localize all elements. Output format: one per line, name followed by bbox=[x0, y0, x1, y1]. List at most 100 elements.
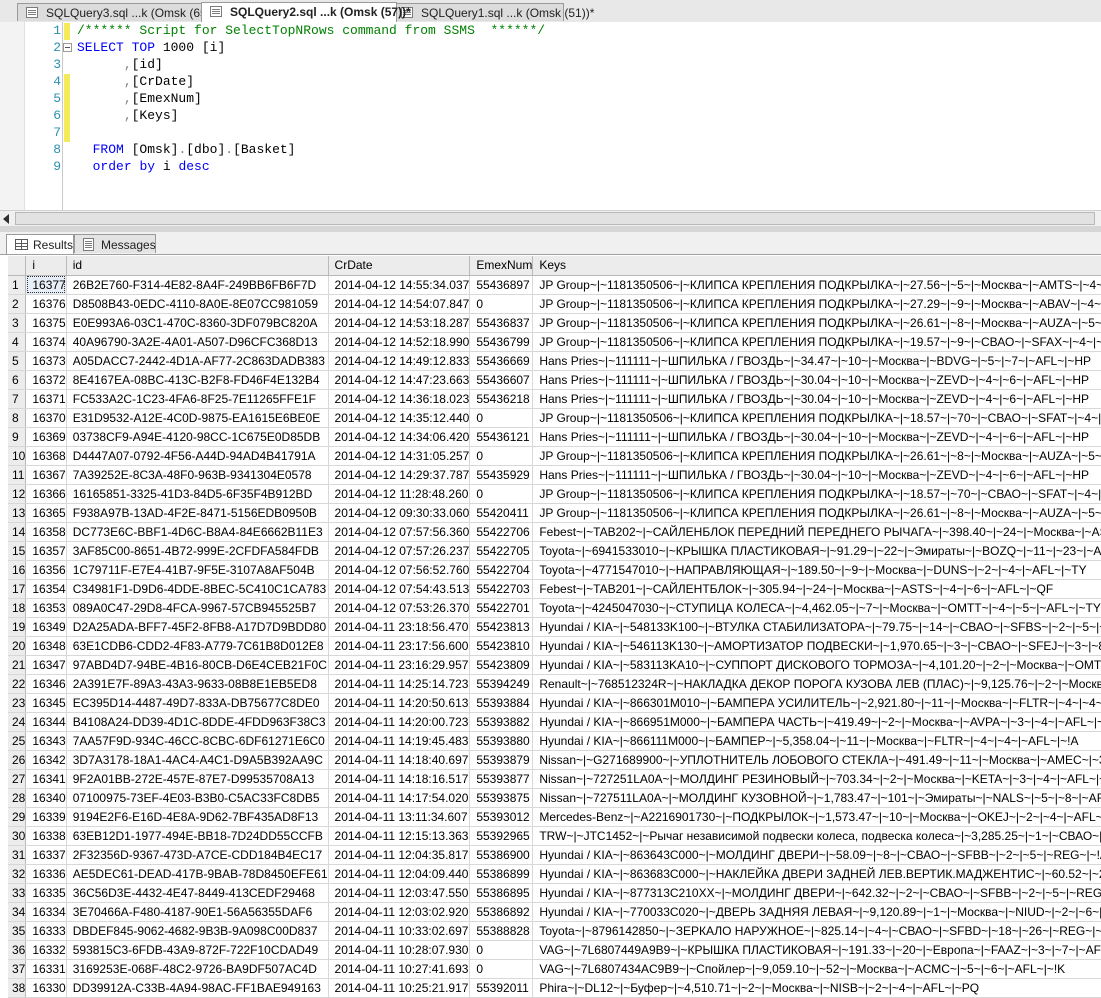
table-row[interactable]: 16 16356 1C79711F-E7E4-41B7-9F5E-3107A8AF5… bbox=[8, 560, 1101, 580]
table-row[interactable]: 11 16367 7A39252E-8C3A-48F0-963B-9341304E0… bbox=[8, 465, 1101, 485]
table-row[interactable]: 30 16338 63EB12D1-1977-494E-BB18-7D24DD55C… bbox=[8, 826, 1101, 846]
cell-crdate[interactable]: 2014-04-12 14:29:37.787 bbox=[328, 465, 471, 485]
cell-i[interactable]: 16342 bbox=[25, 750, 67, 770]
tab-results[interactable]: Results bbox=[6, 234, 74, 254]
cell-crdate[interactable]: 2014-04-11 23:16:29.957 bbox=[328, 655, 471, 675]
cell-keys[interactable]: VAG~|~7L6807449A9B9~|~КРЫШКА ПЛАСТИКОВАЯ… bbox=[532, 940, 1101, 960]
cell-emexnum[interactable]: 55423810 bbox=[469, 636, 534, 656]
table-row[interactable]: 1 16377 26B2E760-F314-4E82-8A4F-249BB6FB6F… bbox=[8, 275, 1101, 295]
code-line[interactable]: 8 FROM [Omsk].[dbo].[Basket] bbox=[0, 142, 1101, 159]
cell-i[interactable]: 16340 bbox=[25, 788, 67, 808]
code-line[interactable]: 2 SELECT TOP 1000 [i] bbox=[0, 40, 1101, 57]
cell-emexnum[interactable]: 55393884 bbox=[469, 693, 534, 713]
cell-keys[interactable]: Hyundai / KIA~|~866111M000~|~БАМПЕР~|~5,… bbox=[532, 731, 1101, 751]
row-number[interactable]: 32 bbox=[8, 864, 27, 884]
cell-i[interactable]: 16375 bbox=[25, 313, 67, 333]
cell-id[interactable]: 3169253E-068F-48C2-9726-BA9DF507AC4D bbox=[66, 959, 329, 979]
tab-sqlquery3[interactable]: SQLQuery3.sql ...k (Omsk (65))* bbox=[17, 3, 219, 21]
column-header-crdate[interactable]: CrDate bbox=[328, 256, 471, 276]
cell-id[interactable]: 63EB12D1-1977-494E-BB18-7D24DD55CCFB bbox=[66, 826, 329, 846]
cell-i[interactable]: 16354 bbox=[25, 579, 67, 599]
cell-id[interactable]: E31D9532-A12E-4C0D-9875-EA1615E6BE0E bbox=[66, 408, 329, 428]
cell-emexnum[interactable]: 55436218 bbox=[469, 389, 534, 409]
cell-emexnum[interactable]: 55393880 bbox=[469, 731, 534, 751]
table-row[interactable]: 14 16358 DC773E6C-BBF1-4D6C-B8A4-84E6662B1… bbox=[8, 522, 1101, 542]
cell-crdate[interactable]: 2014-04-12 14:34:06.420 bbox=[328, 427, 471, 447]
row-number[interactable]: 22 bbox=[8, 674, 27, 694]
cell-emexnum[interactable]: 55386892 bbox=[469, 902, 534, 922]
cell-keys[interactable]: Toyota~|~4245047030~|~СТУПИЦА КОЛЕСА~|~4… bbox=[532, 598, 1101, 618]
table-row[interactable]: 23 16345 EC395D14-4487-49D7-833A-DB75677C8… bbox=[8, 693, 1101, 713]
table-row[interactable]: 36 16332 593815C3-6FDB-43A9-872F-722F10CDA… bbox=[8, 940, 1101, 960]
tab-messages[interactable]: Messages bbox=[74, 234, 156, 253]
scroll-left-arrow-icon[interactable] bbox=[3, 214, 9, 224]
row-number[interactable]: 36 bbox=[8, 940, 27, 960]
table-row[interactable]: 22 16346 2A391E7F-89A3-43A3-9633-08B8E1EB5… bbox=[8, 674, 1101, 694]
cell-keys[interactable]: Hans Pries~|~111111~|~ШПИЛЬКА / ГВОЗДЬ~|… bbox=[532, 389, 1101, 409]
cell-i[interactable]: 16347 bbox=[25, 655, 67, 675]
cell-keys[interactable]: Nissan~|~G271689900~|~УПЛОТНИТЕЛЬ ЛОБОВО… bbox=[532, 750, 1101, 770]
row-number[interactable]: 21 bbox=[8, 655, 27, 675]
row-number[interactable]: 13 bbox=[8, 503, 27, 523]
column-header-keys[interactable]: Keys bbox=[532, 256, 1101, 276]
cell-emexnum[interactable]: 55422701 bbox=[469, 598, 534, 618]
cell-i[interactable]: 16366 bbox=[25, 484, 67, 504]
cell-crdate[interactable]: 2014-04-12 07:57:26.237 bbox=[328, 541, 471, 561]
cell-i[interactable]: 16370 bbox=[25, 408, 67, 428]
row-number[interactable]: 16 bbox=[8, 560, 27, 580]
code-line[interactable]: 9 order by i desc bbox=[0, 159, 1101, 176]
row-number[interactable]: 11 bbox=[8, 465, 27, 485]
cell-emexnum[interactable]: 0 bbox=[469, 940, 534, 960]
cell-emexnum[interactable]: 55393877 bbox=[469, 769, 534, 789]
cell-keys[interactable]: JP Group~|~1181350506~|~КЛИПСА КРЕПЛЕНИЯ… bbox=[532, 275, 1101, 295]
cell-keys[interactable]: Hyundai / KIA~|~548133K100~|~ВТУЛКА СТАБ… bbox=[532, 617, 1101, 637]
cell-emexnum[interactable]: 55436897 bbox=[469, 275, 534, 295]
cell-emexnum[interactable]: 55436837 bbox=[469, 313, 534, 333]
cell-i[interactable]: 16336 bbox=[25, 864, 67, 884]
table-row[interactable]: 20 16348 63E1CDB6-CDD2-4F83-A779-7C61B8D01… bbox=[8, 636, 1101, 656]
tab-sqlquery1[interactable]: SQLQuery1.sql ...k (Omsk (51))* bbox=[392, 3, 594, 21]
table-row[interactable]: 35 16333 DBDEF845-9062-4682-9B3B-9A098C00D… bbox=[8, 921, 1101, 941]
cell-keys[interactable]: JP Group~|~1181350506~|~КЛИПСА КРЕПЛЕНИЯ… bbox=[532, 484, 1101, 504]
cell-crdate[interactable]: 2014-04-11 12:04:35.817 bbox=[328, 845, 471, 865]
cell-keys[interactable]: Hyundai / KIA~|~583113KA10~|~СУППОРТ ДИС… bbox=[532, 655, 1101, 675]
table-row[interactable]: 5 16373 A05DACC7-2442-4D1A-AF77-2C863DADB3… bbox=[8, 351, 1101, 371]
cell-i[interactable]: 16343 bbox=[25, 731, 67, 751]
cell-crdate[interactable]: 2014-04-11 12:04:09.440 bbox=[328, 864, 471, 884]
cell-keys[interactable]: Nissan~|~727511LA0A~|~МОЛДИНГ КУЗОВНОЙ~|… bbox=[532, 788, 1101, 808]
table-row[interactable]: 7 16371 FC533A2C-1C23-4FA6-8F25-7E11265FFE… bbox=[8, 389, 1101, 409]
cell-i[interactable]: 16348 bbox=[25, 636, 67, 656]
cell-emexnum[interactable]: 55435929 bbox=[469, 465, 534, 485]
cell-id[interactable]: DC773E6C-BBF1-4D6C-B8A4-84E6662B11E3 bbox=[66, 522, 329, 542]
table-row[interactable]: 9 16369 03738CF9-A94E-4120-98CC-1C675E0D85… bbox=[8, 427, 1101, 447]
row-number[interactable]: 1 bbox=[8, 275, 27, 295]
cell-id[interactable]: D8508B43-0EDC-4110-8A0E-8E07CC981059 bbox=[66, 294, 329, 314]
table-row[interactable]: 34 16334 3E70466A-F480-4187-90E1-56A56355D… bbox=[8, 902, 1101, 922]
row-number[interactable]: 15 bbox=[8, 541, 27, 561]
cell-emexnum[interactable]: 55423809 bbox=[469, 655, 534, 675]
cell-emexnum[interactable]: 55393882 bbox=[469, 712, 534, 732]
cell-keys[interactable]: Hyundai / KIA~|~877313C210XX~|~МОЛДИНГ Д… bbox=[532, 883, 1101, 903]
cell-crdate[interactable]: 2014-04-11 13:11:34.607 bbox=[328, 807, 471, 827]
cell-id[interactable]: EC395D14-4487-49D7-833A-DB75677C8DE0 bbox=[66, 693, 329, 713]
cell-keys[interactable]: Hyundai / KIA~|~863683C000~|~НАКЛЕЙКА ДВ… bbox=[532, 864, 1101, 884]
row-number[interactable]: 38 bbox=[8, 978, 27, 998]
cell-crdate[interactable]: 2014-04-12 14:54:07.847 bbox=[328, 294, 471, 314]
cell-i[interactable]: 16346 bbox=[25, 674, 67, 694]
row-number[interactable]: 35 bbox=[8, 921, 27, 941]
cell-i[interactable]: 16349 bbox=[25, 617, 67, 637]
cell-emexnum[interactable]: 55394249 bbox=[469, 674, 534, 694]
cell-emexnum[interactable]: 55436799 bbox=[469, 332, 534, 352]
row-number[interactable]: 2 bbox=[8, 294, 27, 314]
code-line[interactable]: 6 ,[Keys] bbox=[0, 108, 1101, 125]
cell-id[interactable]: 3AF85C00-8651-4B72-999E-2CFDFA584FDB bbox=[66, 541, 329, 561]
table-row[interactable]: 33 16335 36C56D3E-4432-4E47-8449-413CEDF29… bbox=[8, 883, 1101, 903]
row-number[interactable]: 10 bbox=[8, 446, 27, 466]
cell-keys[interactable]: JP Group~|~1181350506~|~КЛИПСА КРЕПЛЕНИЯ… bbox=[532, 446, 1101, 466]
cell-id[interactable]: 97ABD4D7-94BE-4B16-80CB-D6E4CEB21F0C bbox=[66, 655, 329, 675]
query-editor[interactable]: 1 /****** Script for SelectTopNRows comma… bbox=[0, 22, 1101, 210]
cell-i[interactable]: 16358 bbox=[25, 522, 67, 542]
tab-sqlquery2[interactable]: SQLQuery2.sql ...k (Omsk (57))* bbox=[201, 2, 411, 22]
cell-id[interactable]: D2A25ADA-BFF7-45F2-8FB8-A17D7D9BDD80 bbox=[66, 617, 329, 637]
cell-i[interactable]: 16372 bbox=[25, 370, 67, 390]
